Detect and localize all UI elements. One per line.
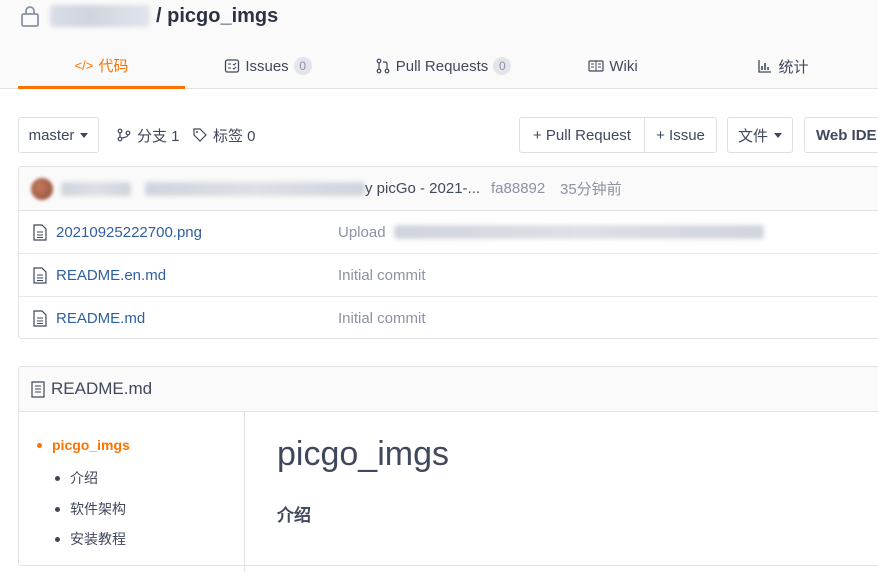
file-menu-button[interactable]: 文件 (727, 117, 793, 153)
file-name-link[interactable]: README.md (56, 310, 145, 327)
new-issue-label: + Issue (656, 126, 705, 144)
file-icon (33, 267, 47, 284)
branch-select-label: master (28, 126, 75, 144)
branches-label: 分支 1 (137, 127, 180, 145)
tab-wiki[interactable]: Wiki (563, 44, 663, 88)
readme-header: README.md (19, 367, 878, 412)
file-icon (33, 224, 47, 241)
tab-wiki-label: Wiki (609, 57, 638, 75)
repo-tabs: </> 代码 Issues 0 Pull Requests 0 Wiki 统计 (18, 44, 878, 89)
tab-code-label: 代码 (98, 57, 129, 75)
tab-pull-requests-label: Pull Requests (395, 57, 489, 75)
tag-icon (193, 128, 207, 142)
web-ide-label: Web IDE (816, 126, 877, 144)
readme-toc: picgo_imgs 介绍 软件架构 安装教程 (19, 412, 245, 572)
toc-item[interactable]: picgo_imgs (37, 437, 130, 453)
file-commit-message[interactable]: Initial commit (338, 267, 426, 284)
issues-count-badge: 0 (293, 57, 312, 75)
file-name-link[interactable]: 20210925222700.png (56, 224, 202, 241)
file-icon (31, 380, 45, 398)
file-row: 20210925222700.png Upload (19, 211, 878, 254)
bullet-icon (55, 506, 60, 512)
toc-item[interactable]: 软件架构 (55, 499, 126, 519)
file-commit-message[interactable]: Initial commit (338, 310, 426, 327)
book-icon (588, 60, 604, 72)
tags-link[interactable]: 标签 0 (193, 117, 256, 153)
readme-subheading: 介绍 (277, 506, 311, 525)
readme-heading: picgo_imgs (277, 435, 449, 473)
web-ide-button[interactable]: Web IDE (804, 117, 878, 153)
repo-header: / picgo_imgs </> 代码 Issues 0 Pull Reques… (0, 0, 878, 89)
new-issue-button[interactable]: + Issue (644, 117, 717, 153)
tab-issues[interactable]: Issues 0 (198, 44, 338, 88)
file-name-link[interactable]: README.en.md (56, 267, 166, 284)
tab-code[interactable]: </> 代码 (18, 44, 185, 89)
commit-author-blurred[interactable] (61, 181, 131, 196)
repo-toolbar: master 分支 1 标签 0 + Pull Request + Issue … (18, 117, 878, 153)
tags-label: 标签 0 (213, 127, 256, 145)
repo-title: / picgo_imgs (18, 2, 278, 30)
bar-chart-icon (758, 60, 772, 73)
toc-item-label: 安装教程 (70, 531, 126, 547)
lock-icon (21, 6, 39, 27)
file-list: y picGo - 2021-... fa88892 35分钟前 2021092… (18, 166, 878, 339)
new-pull-request-label: + Pull Request (533, 126, 631, 144)
toc-item-label: 软件架构 (70, 501, 126, 517)
latest-commit-hash[interactable]: fa88892 (491, 180, 545, 197)
toc-item-label: picgo_imgs (52, 437, 130, 453)
tab-pull-requests[interactable]: Pull Requests 0 (363, 44, 523, 88)
toc-item[interactable]: 安装教程 (55, 529, 126, 549)
file-row: README.en.md Initial commit (19, 254, 878, 297)
latest-commit-message[interactable]: y picGo - 2021-... (365, 180, 480, 197)
toc-item-label: 介绍 (70, 470, 98, 486)
readme-filename: README.md (51, 379, 153, 398)
file-icon (33, 310, 47, 327)
commit-message-blurred (145, 181, 365, 196)
repo-owner-blurred[interactable] (50, 5, 150, 27)
pull-request-icon (376, 58, 390, 74)
bullet-icon (55, 475, 60, 481)
avatar[interactable] (31, 177, 53, 200)
chevron-down-icon (80, 132, 89, 138)
bullet-icon (37, 442, 42, 448)
latest-commit-time: 35分钟前 (560, 181, 622, 198)
latest-commit-bar: y picGo - 2021-... fa88892 35分钟前 (19, 167, 878, 211)
branch-icon (117, 128, 131, 142)
file-commit-message[interactable]: Upload (338, 224, 386, 241)
tab-issues-label: Issues (245, 57, 289, 75)
chevron-down-icon (774, 132, 782, 138)
tab-stats[interactable]: 统计 (733, 44, 833, 88)
file-commit-message-blurred (394, 225, 764, 239)
repo-name[interactable]: / picgo_imgs (156, 5, 278, 28)
pull-requests-count-badge: 0 (493, 57, 512, 75)
new-pull-request-button[interactable]: + Pull Request (519, 117, 645, 153)
branches-link[interactable]: 分支 1 (117, 117, 180, 153)
code-icon: </> (74, 57, 94, 73)
branch-select[interactable]: master (18, 117, 99, 153)
toc-item[interactable]: 介绍 (55, 468, 98, 488)
file-row: README.md Initial commit (19, 297, 878, 340)
readme-panel: README.md picgo_imgs 介绍 软件架构 安装教程 picgo_… (18, 366, 878, 572)
file-menu-label: 文件 (737, 127, 768, 145)
issue-icon (225, 59, 240, 73)
tab-stats-label: 统计 (778, 58, 809, 76)
